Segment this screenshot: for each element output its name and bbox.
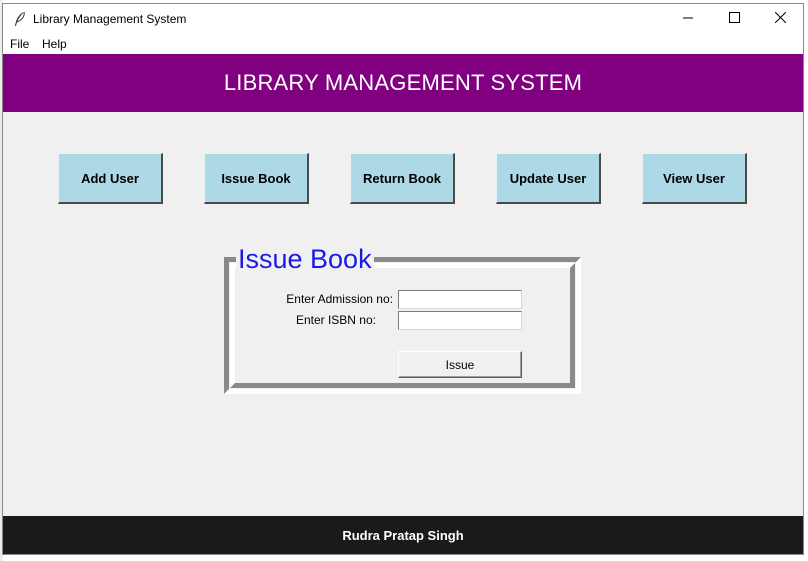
author-name: Rudra Pratap Singh bbox=[342, 527, 464, 543]
close-icon bbox=[774, 10, 786, 28]
title-bar[interactable]: Library Management System bbox=[3, 4, 803, 34]
issue-book-heading: Issue Book bbox=[236, 244, 374, 275]
footer-bar: Rudra Pratap Singh bbox=[3, 516, 803, 554]
minimize-button[interactable] bbox=[665, 4, 711, 34]
view-user-button[interactable]: View User bbox=[642, 153, 747, 204]
isbn-input[interactable] bbox=[398, 311, 522, 330]
admission-label: Enter Admission no: bbox=[286, 292, 393, 306]
isbn-label: Enter ISBN no: bbox=[295, 313, 376, 327]
issue-book-button[interactable]: Issue Book bbox=[204, 153, 309, 204]
return-book-button[interactable]: Return Book bbox=[350, 153, 455, 204]
app-window: Library Management System File Help LIBR… bbox=[2, 3, 804, 555]
menu-help[interactable]: Help bbox=[42, 37, 67, 51]
close-button[interactable] bbox=[757, 4, 803, 34]
add-user-button[interactable]: Add User bbox=[58, 153, 163, 204]
issue-button[interactable]: Issue bbox=[398, 351, 522, 378]
app-title: LIBRARY MANAGEMENT SYSTEM bbox=[223, 70, 583, 95]
header-banner: LIBRARY MANAGEMENT SYSTEM bbox=[3, 54, 803, 112]
update-user-button[interactable]: Update User bbox=[496, 153, 601, 204]
minimize-icon bbox=[683, 10, 693, 28]
maximize-button[interactable] bbox=[711, 4, 757, 34]
admission-input[interactable] bbox=[398, 290, 522, 309]
menu-bar: File Help bbox=[3, 34, 803, 54]
window-title: Library Management System bbox=[33, 12, 187, 26]
feather-icon bbox=[13, 11, 27, 27]
maximize-icon bbox=[728, 10, 740, 28]
menu-file[interactable]: File bbox=[10, 37, 29, 51]
